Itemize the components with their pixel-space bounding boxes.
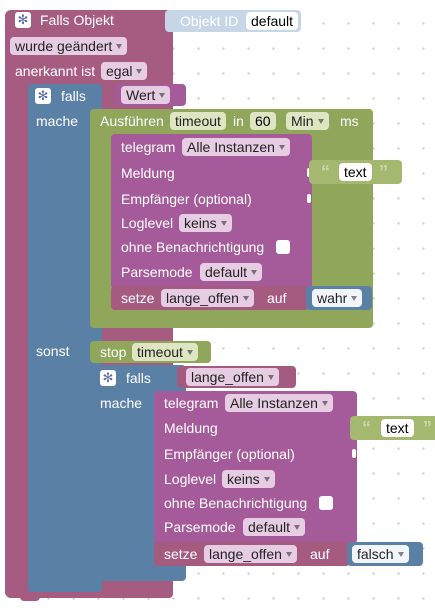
telegram-instance-dropdown[interactable]: Alle Instanzen	[225, 394, 333, 412]
input-socket	[307, 194, 311, 203]
if-outer-keyword: falls	[61, 88, 86, 104]
loglevel-dropdown[interactable]: keins	[222, 470, 275, 488]
timeout-unit-dropdown[interactable]: Min	[286, 112, 329, 130]
telegram-instance-dropdown[interactable]: Alle Instanzen	[182, 138, 290, 156]
timeout-label: Ausführen	[100, 113, 164, 129]
gear-icon[interactable]: ✻	[100, 370, 116, 386]
timeout-name-field[interactable]: timeout	[170, 112, 226, 130]
input-socket	[352, 449, 356, 458]
stop-timeout-block[interactable]: stop timeout	[90, 341, 211, 363]
ack-dropdown[interactable]: egal	[101, 62, 148, 80]
loglevel-dropdown[interactable]: keins	[179, 214, 232, 232]
quote-close-icon: ”	[423, 418, 432, 438]
boolean-value-block-2[interactable]: falsch	[347, 542, 423, 566]
silent-label: ohne Benachrichtigung	[164, 495, 308, 511]
parsemode-label: Parsemode	[121, 264, 193, 280]
set-to-label: auf	[310, 546, 330, 562]
object-id-field[interactable]: default	[246, 12, 299, 30]
stop-label: stop	[100, 344, 127, 360]
set-variable-block-2[interactable]: setze lange_offen auf	[154, 542, 350, 566]
set-to-label: auf	[267, 290, 287, 306]
set-variable-dropdown[interactable]: lange_offen	[161, 289, 254, 307]
silent-label: ohne Benachrichtigung	[121, 239, 265, 255]
boolean-value-block-1[interactable]: wahr	[306, 286, 372, 310]
message-text-field[interactable]: text	[381, 419, 414, 437]
silent-checkbox[interactable]	[319, 496, 333, 510]
if-outer-condition-dropdown[interactable]: Wert	[121, 86, 171, 104]
timeout-in-label: in	[233, 113, 244, 129]
message-label: Meldung	[121, 165, 175, 181]
boolean-dropdown[interactable]: wahr	[312, 289, 363, 307]
if-outer-condition-block[interactable]: Wert	[115, 84, 186, 106]
quote-close-icon: ”	[379, 162, 388, 182]
silent-checkbox[interactable]	[276, 240, 290, 254]
parsemode-dropdown[interactable]: default	[243, 518, 306, 536]
if-outer-then-label: mache	[36, 113, 79, 129]
telegram-block-1[interactable]: telegram Alle Instanzen Meldung Empfänge…	[111, 134, 312, 289]
recipient-label: Empfänger (optional)	[164, 446, 295, 462]
parsemode-dropdown[interactable]: default	[200, 263, 263, 281]
telegram-title: telegram	[121, 139, 176, 155]
trigger-condition-dropdown[interactable]: wurde geändert	[10, 37, 128, 55]
message-text-field[interactable]: text	[339, 163, 372, 181]
set-label: setze	[164, 546, 198, 562]
message-label: Meldung	[164, 420, 218, 436]
ack-label: anerkannt ist	[15, 63, 96, 79]
set-label: setze	[121, 290, 155, 306]
if-inner-then-label: mache	[100, 395, 143, 411]
if-outer-else-label: sonst	[36, 343, 70, 359]
if-inner-condition-dropdown[interactable]: lange_offen	[186, 368, 279, 386]
if-inner-condition-block[interactable]: lange_offen	[177, 366, 296, 388]
text-value-block-2[interactable]: “ text ”	[350, 416, 435, 440]
quote-open-icon: “	[321, 162, 330, 182]
stop-timeout-dropdown[interactable]: timeout	[132, 343, 198, 361]
timeout-unit-suffix: ms	[340, 113, 359, 129]
trigger-title: Falls Objekt	[40, 12, 114, 28]
loglevel-label: Loglevel	[164, 471, 217, 487]
timeout-amount-field[interactable]: 60	[250, 112, 276, 130]
set-variable-block-1[interactable]: setze lange_offen auf	[111, 286, 309, 310]
gear-icon[interactable]: ✻	[35, 88, 51, 104]
boolean-dropdown[interactable]: falsch	[352, 545, 409, 563]
quote-open-icon: “	[362, 418, 371, 438]
loglevel-label: Loglevel	[121, 215, 174, 231]
telegram-title: telegram	[164, 395, 219, 411]
object-id-block[interactable]: Objekt ID default	[165, 10, 301, 32]
text-value-block-1[interactable]: “ text ”	[309, 160, 402, 184]
set-variable-dropdown[interactable]: lange_offen	[204, 545, 297, 563]
parsemode-label: Parsemode	[164, 519, 236, 535]
trigger-bottom-notch	[20, 591, 40, 601]
gear-icon[interactable]: ✻	[15, 12, 31, 28]
telegram-block-2[interactable]: telegram Alle Instanzen Meldung Empfänge…	[154, 391, 357, 544]
recipient-label: Empfänger (optional)	[121, 191, 252, 207]
object-id-label: Objekt ID	[180, 13, 239, 29]
if-inner-keyword: falls	[126, 370, 151, 386]
